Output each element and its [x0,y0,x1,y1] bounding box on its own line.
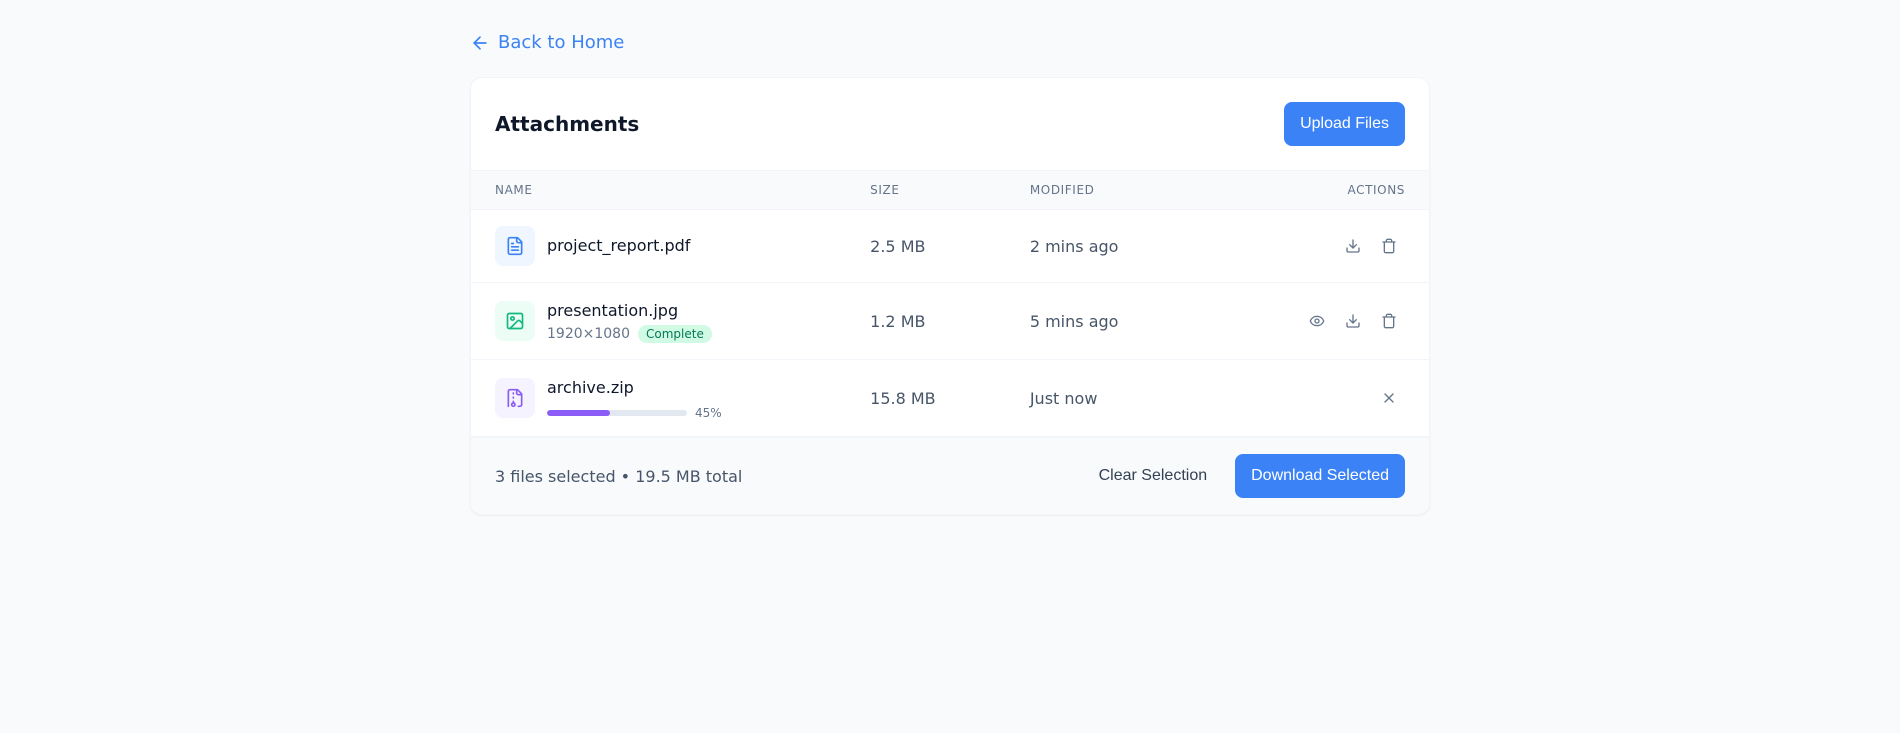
close-icon [1381,390,1397,406]
trash-icon [1381,313,1397,329]
upload-files-button[interactable]: Upload Files [1284,102,1405,146]
download-icon [1345,238,1361,254]
card-header: Attachments Upload Files [471,78,1429,170]
trash-icon [1381,238,1397,254]
file-name: archive.zip [547,376,854,400]
download-icon [1345,313,1361,329]
file-dimensions: 1920×1080 [547,326,630,342]
column-name: Name [495,183,854,197]
status-badge: Complete [638,325,712,343]
download-selected-button[interactable]: Download Selected [1235,454,1405,498]
file-size: 15.8 MB [870,389,1014,408]
delete-button[interactable] [1373,230,1405,262]
cancel-upload-button[interactable] [1373,382,1405,414]
table-header: Name Size Modified Actions [471,170,1429,210]
file-type-icon [495,226,535,266]
column-modified: Modified [1030,183,1174,197]
eye-icon [1309,313,1325,329]
back-to-home-link[interactable]: Back to Home [470,32,624,53]
file-name: presentation.jpg [547,299,854,323]
file-row[interactable]: presentation.jpg 1920×1080 Complete 1.2 … [471,283,1429,360]
file-size: 2.5 MB [870,237,1014,256]
download-button[interactable] [1337,230,1369,262]
file-type-icon [495,301,535,341]
delete-button[interactable] [1373,305,1405,337]
column-size: Size [870,183,1014,197]
file-type-icon [495,378,535,418]
card-title: Attachments [495,110,639,138]
document-icon [505,236,525,256]
clear-selection-button[interactable]: Clear Selection [1083,454,1224,498]
upload-progress-bar [547,410,687,416]
file-modified: Just now [1030,389,1174,408]
arrow-left-icon [470,33,490,53]
column-actions: Actions [1190,183,1406,197]
download-button[interactable] [1337,305,1369,337]
file-modified: 5 mins ago [1030,312,1174,331]
file-row[interactable]: project_report.pdf 2.5 MB 2 mins ago [471,210,1429,283]
card-footer: 3 files selected • 19.5 MB total Clear S… [471,437,1429,514]
attachments-card: Attachments Upload Files Name Size Modif… [470,77,1430,515]
upload-progress-text: 45% [695,406,722,420]
selection-summary: 3 files selected • 19.5 MB total [495,467,742,486]
file-modified: 2 mins ago [1030,237,1174,256]
file-size: 1.2 MB [870,312,1014,331]
preview-button[interactable] [1301,305,1333,337]
upload-progress-fill [547,410,610,416]
image-icon [505,311,525,331]
file-row[interactable]: archive.zip 45% 15.8 MB Just now [471,360,1429,437]
file-name: project_report.pdf [547,234,854,258]
back-link-label: Back to Home [498,32,624,53]
archive-icon [505,388,525,408]
